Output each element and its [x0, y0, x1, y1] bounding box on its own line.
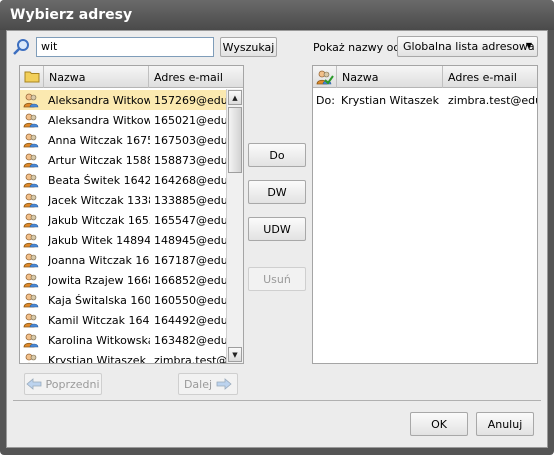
dialog-window: Wybierz adresy wit Wyszukaj Pokaż nazwy … — [0, 0, 554, 455]
chevron-down-icon: ▼ — [525, 41, 532, 50]
user-icon — [23, 253, 39, 268]
user-icon — [23, 153, 39, 168]
user-icon — [23, 313, 39, 328]
dialog-title: Wybierz adresy — [0, 0, 554, 30]
results-header: Nazwa Adres e-mail — [20, 66, 243, 88]
add-bcc-button[interactable]: UDW — [248, 217, 306, 241]
scroll-down-icon[interactable]: ▼ — [228, 347, 242, 362]
row-email: 158873@edu.p — [154, 154, 226, 167]
recipient-row[interactable]: Do: Krystian Witaszek zimbra.test@edu.p — [313, 90, 537, 110]
next-label: Dalej — [183, 377, 213, 391]
add-to-button[interactable]: Do — [248, 143, 306, 167]
user-icon — [23, 333, 39, 348]
row-email: 157269@edu.p — [154, 94, 226, 107]
folder-column[interactable] — [20, 66, 44, 88]
row-email: 148945@edu.p — [154, 234, 226, 247]
results-list: Nazwa Adres e-mail Aleksandra Witkowska 1… — [19, 65, 244, 364]
source-dropdown-value: Globalna lista adresowa — [403, 40, 535, 53]
row-email: 164268@edu.p — [154, 174, 226, 187]
type-column[interactable] — [313, 66, 337, 88]
user-icon — [23, 213, 39, 228]
user-icon — [23, 133, 39, 148]
table-row[interactable]: Kamil Witczak 164492 164492@edu.p — [20, 310, 226, 330]
source-dropdown[interactable]: Globalna lista adresowa ▼ — [397, 36, 538, 57]
row-email: 160550@edu.p — [154, 294, 226, 307]
recipients-list: Nazwa Adres e-mail Do: Krystian Witaszek z… — [312, 65, 538, 364]
row-name: Beata Świtek 164268 — [48, 174, 150, 187]
row-name: Jacek Witczak 133885 — [48, 194, 150, 207]
user-icon — [23, 293, 39, 308]
previous-label: Poprzedni — [45, 377, 100, 391]
row-name: Artur Witczak 158873 — [48, 154, 150, 167]
row-name: Jakub Witek 148945 — [48, 234, 150, 247]
recipient-type: Do: — [316, 94, 335, 107]
user-icon — [23, 353, 39, 363]
column-header-name[interactable]: Nazwa — [44, 66, 149, 88]
user-icon — [23, 193, 39, 208]
recipients-header: Nazwa Adres e-mail — [313, 66, 537, 88]
row-email: 133885@edu.p — [154, 194, 226, 207]
table-row[interactable]: Joanna Witczak 167187 167187@edu.p — [20, 250, 226, 270]
table-row[interactable]: Krystian Witaszek zimbra.test@edu.p — [20, 350, 226, 364]
row-name: Kamil Witczak 164492 — [48, 314, 150, 327]
row-name: Anna Witczak 167503 — [48, 134, 150, 147]
row-email: 167187@edu.p — [154, 254, 226, 267]
add-cc-button[interactable]: DW — [248, 180, 306, 204]
search-input[interactable]: wit — [36, 37, 214, 57]
remove-button[interactable]: Usuń — [248, 267, 306, 291]
column-header-email[interactable]: Adres e-mail — [149, 66, 243, 88]
column-header-email[interactable]: Adres e-mail — [443, 66, 537, 88]
folder-icon — [24, 71, 40, 83]
table-row[interactable]: Kaja Świtalska 160550 160550@edu.p — [20, 290, 226, 310]
source-label: Pokaż nazwy od: — [313, 41, 405, 54]
row-name: Aleksandra Witkowska — [48, 94, 150, 107]
footer-divider — [13, 400, 541, 401]
search-icon — [13, 39, 29, 55]
search-button[interactable]: Wyszukaj — [220, 37, 277, 57]
user-icon — [23, 93, 39, 108]
next-button[interactable]: Dalej — [178, 373, 238, 395]
table-row[interactable]: Karolina Witkowska 163482 163482@edu.p — [20, 330, 226, 350]
table-row[interactable]: Aleksandra Witkowska 165021@edu.p — [20, 110, 226, 130]
ok-button[interactable]: OK — [410, 412, 468, 436]
user-icon — [23, 273, 39, 288]
table-row[interactable]: Anna Witczak 167503 167503@edu.p — [20, 130, 226, 150]
recipient-email: zimbra.test@edu.p — [448, 94, 537, 107]
arrow-left-icon — [26, 378, 42, 390]
table-row[interactable]: Jowita Rzajew 166852 166852@edu.p — [20, 270, 226, 290]
row-name: Aleksandra Witkowska — [48, 114, 150, 127]
user-check-icon — [316, 70, 334, 85]
row-email: 166852@edu.p — [154, 274, 226, 287]
row-email: 165021@edu.p — [154, 114, 226, 127]
user-icon — [23, 233, 39, 248]
row-name: Krystian Witaszek — [48, 354, 146, 364]
row-name: Kaja Świtalska 160550 — [48, 294, 150, 307]
table-row[interactable]: Jacek Witczak 133885 133885@edu.p — [20, 190, 226, 210]
previous-button[interactable]: Poprzedni — [24, 373, 102, 395]
user-icon — [23, 113, 39, 128]
table-row[interactable]: Aleksandra Witkowska 157269@edu.p — [20, 90, 226, 110]
row-email: 164492@edu.p — [154, 314, 226, 327]
recipient-name: Krystian Witaszek — [341, 94, 439, 107]
row-name: Jakub Witczak 165547 — [48, 214, 150, 227]
table-row[interactable]: Artur Witczak 158873 158873@edu.p — [20, 150, 226, 170]
row-email: 165547@edu.p — [154, 214, 226, 227]
row-email: zimbra.test@edu.p — [154, 354, 226, 364]
column-header-name[interactable]: Nazwa — [337, 66, 443, 88]
scroll-thumb[interactable] — [228, 107, 242, 173]
table-row[interactable]: Beata Świtek 164268 164268@edu.p — [20, 170, 226, 190]
row-name: Jowita Rzajew 166852 — [48, 274, 150, 287]
table-row[interactable]: Jakub Witczak 165547 165547@edu.p — [20, 210, 226, 230]
cancel-button[interactable]: Anuluj — [476, 412, 534, 436]
row-name: Joanna Witczak 167187 — [48, 254, 150, 267]
arrow-right-icon — [216, 378, 232, 390]
row-email: 167503@edu.p — [154, 134, 226, 147]
row-email: 163482@edu.p — [154, 334, 226, 347]
results-scrollbar[interactable]: ▲ ▼ — [226, 89, 243, 363]
table-row[interactable]: Jakub Witek 148945 148945@edu.p — [20, 230, 226, 250]
dialog-body: wit Wyszukaj Pokaż nazwy od: Globalna li… — [6, 30, 548, 448]
row-name: Karolina Witkowska 163482 — [48, 334, 150, 347]
user-icon — [23, 173, 39, 188]
scroll-up-icon[interactable]: ▲ — [228, 90, 242, 105]
